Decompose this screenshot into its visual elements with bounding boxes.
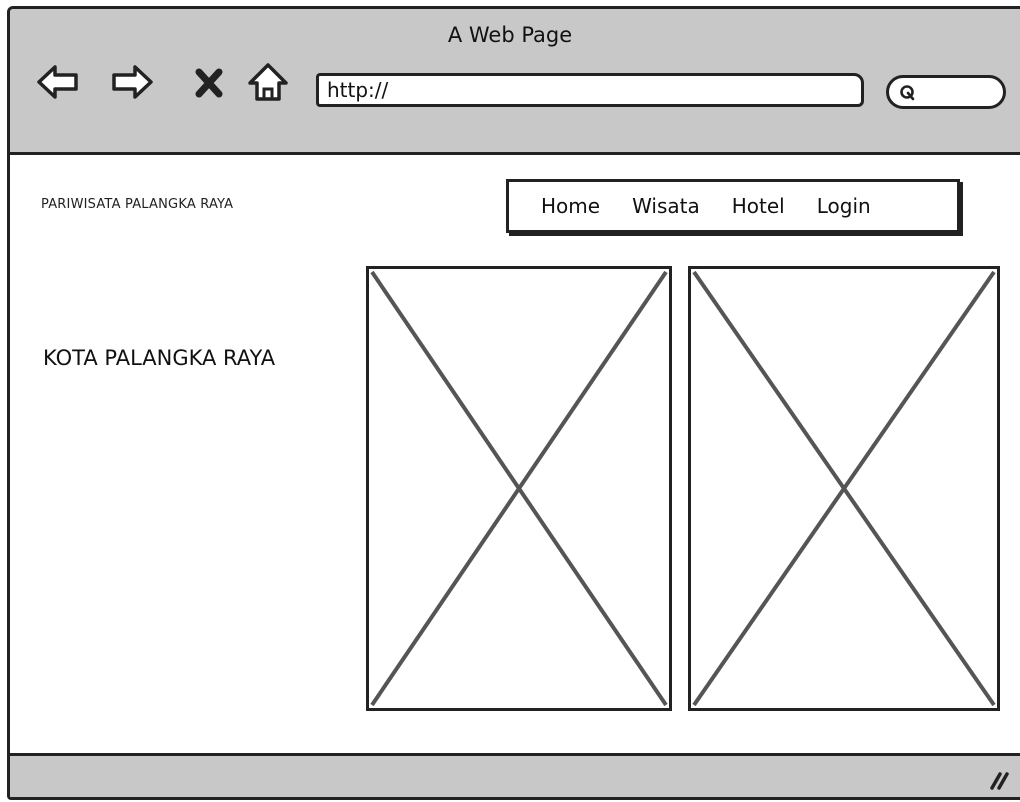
browser-window: A Web Page http:// PARIWISATA PALANGKA R…	[7, 6, 1020, 800]
site-name: PARIWISATA PALANGKA RAYA	[41, 197, 234, 212]
browser-status-bar	[10, 753, 1020, 797]
window-title: A Web Page	[447, 23, 573, 47]
image-placeholder	[688, 266, 1000, 711]
back-arrow-icon[interactable]	[36, 61, 80, 103]
search-icon	[900, 85, 915, 101]
browser-search-box[interactable]	[886, 75, 1006, 109]
forward-arrow-icon[interactable]	[110, 61, 154, 103]
home-icon[interactable]	[246, 61, 290, 103]
image-placeholder-icon	[370, 270, 668, 707]
image-placeholder	[366, 266, 672, 711]
nav-item-home[interactable]: Home	[541, 194, 600, 218]
main-nav-menu: Home Wisata Hotel Login	[506, 179, 960, 233]
browser-toolbar: A Web Page http://	[10, 9, 1020, 155]
image-placeholder-icon	[692, 270, 996, 707]
nav-item-login[interactable]: Login	[817, 194, 871, 218]
page-heading: KOTA PALANGKA RAYA	[43, 346, 276, 370]
nav-item-hotel[interactable]: Hotel	[732, 194, 785, 218]
resize-grip-icon[interactable]	[986, 766, 1012, 792]
nav-item-wisata[interactable]: Wisata	[632, 194, 700, 218]
url-input[interactable]: http://	[316, 73, 864, 107]
stop-icon[interactable]	[194, 61, 224, 103]
